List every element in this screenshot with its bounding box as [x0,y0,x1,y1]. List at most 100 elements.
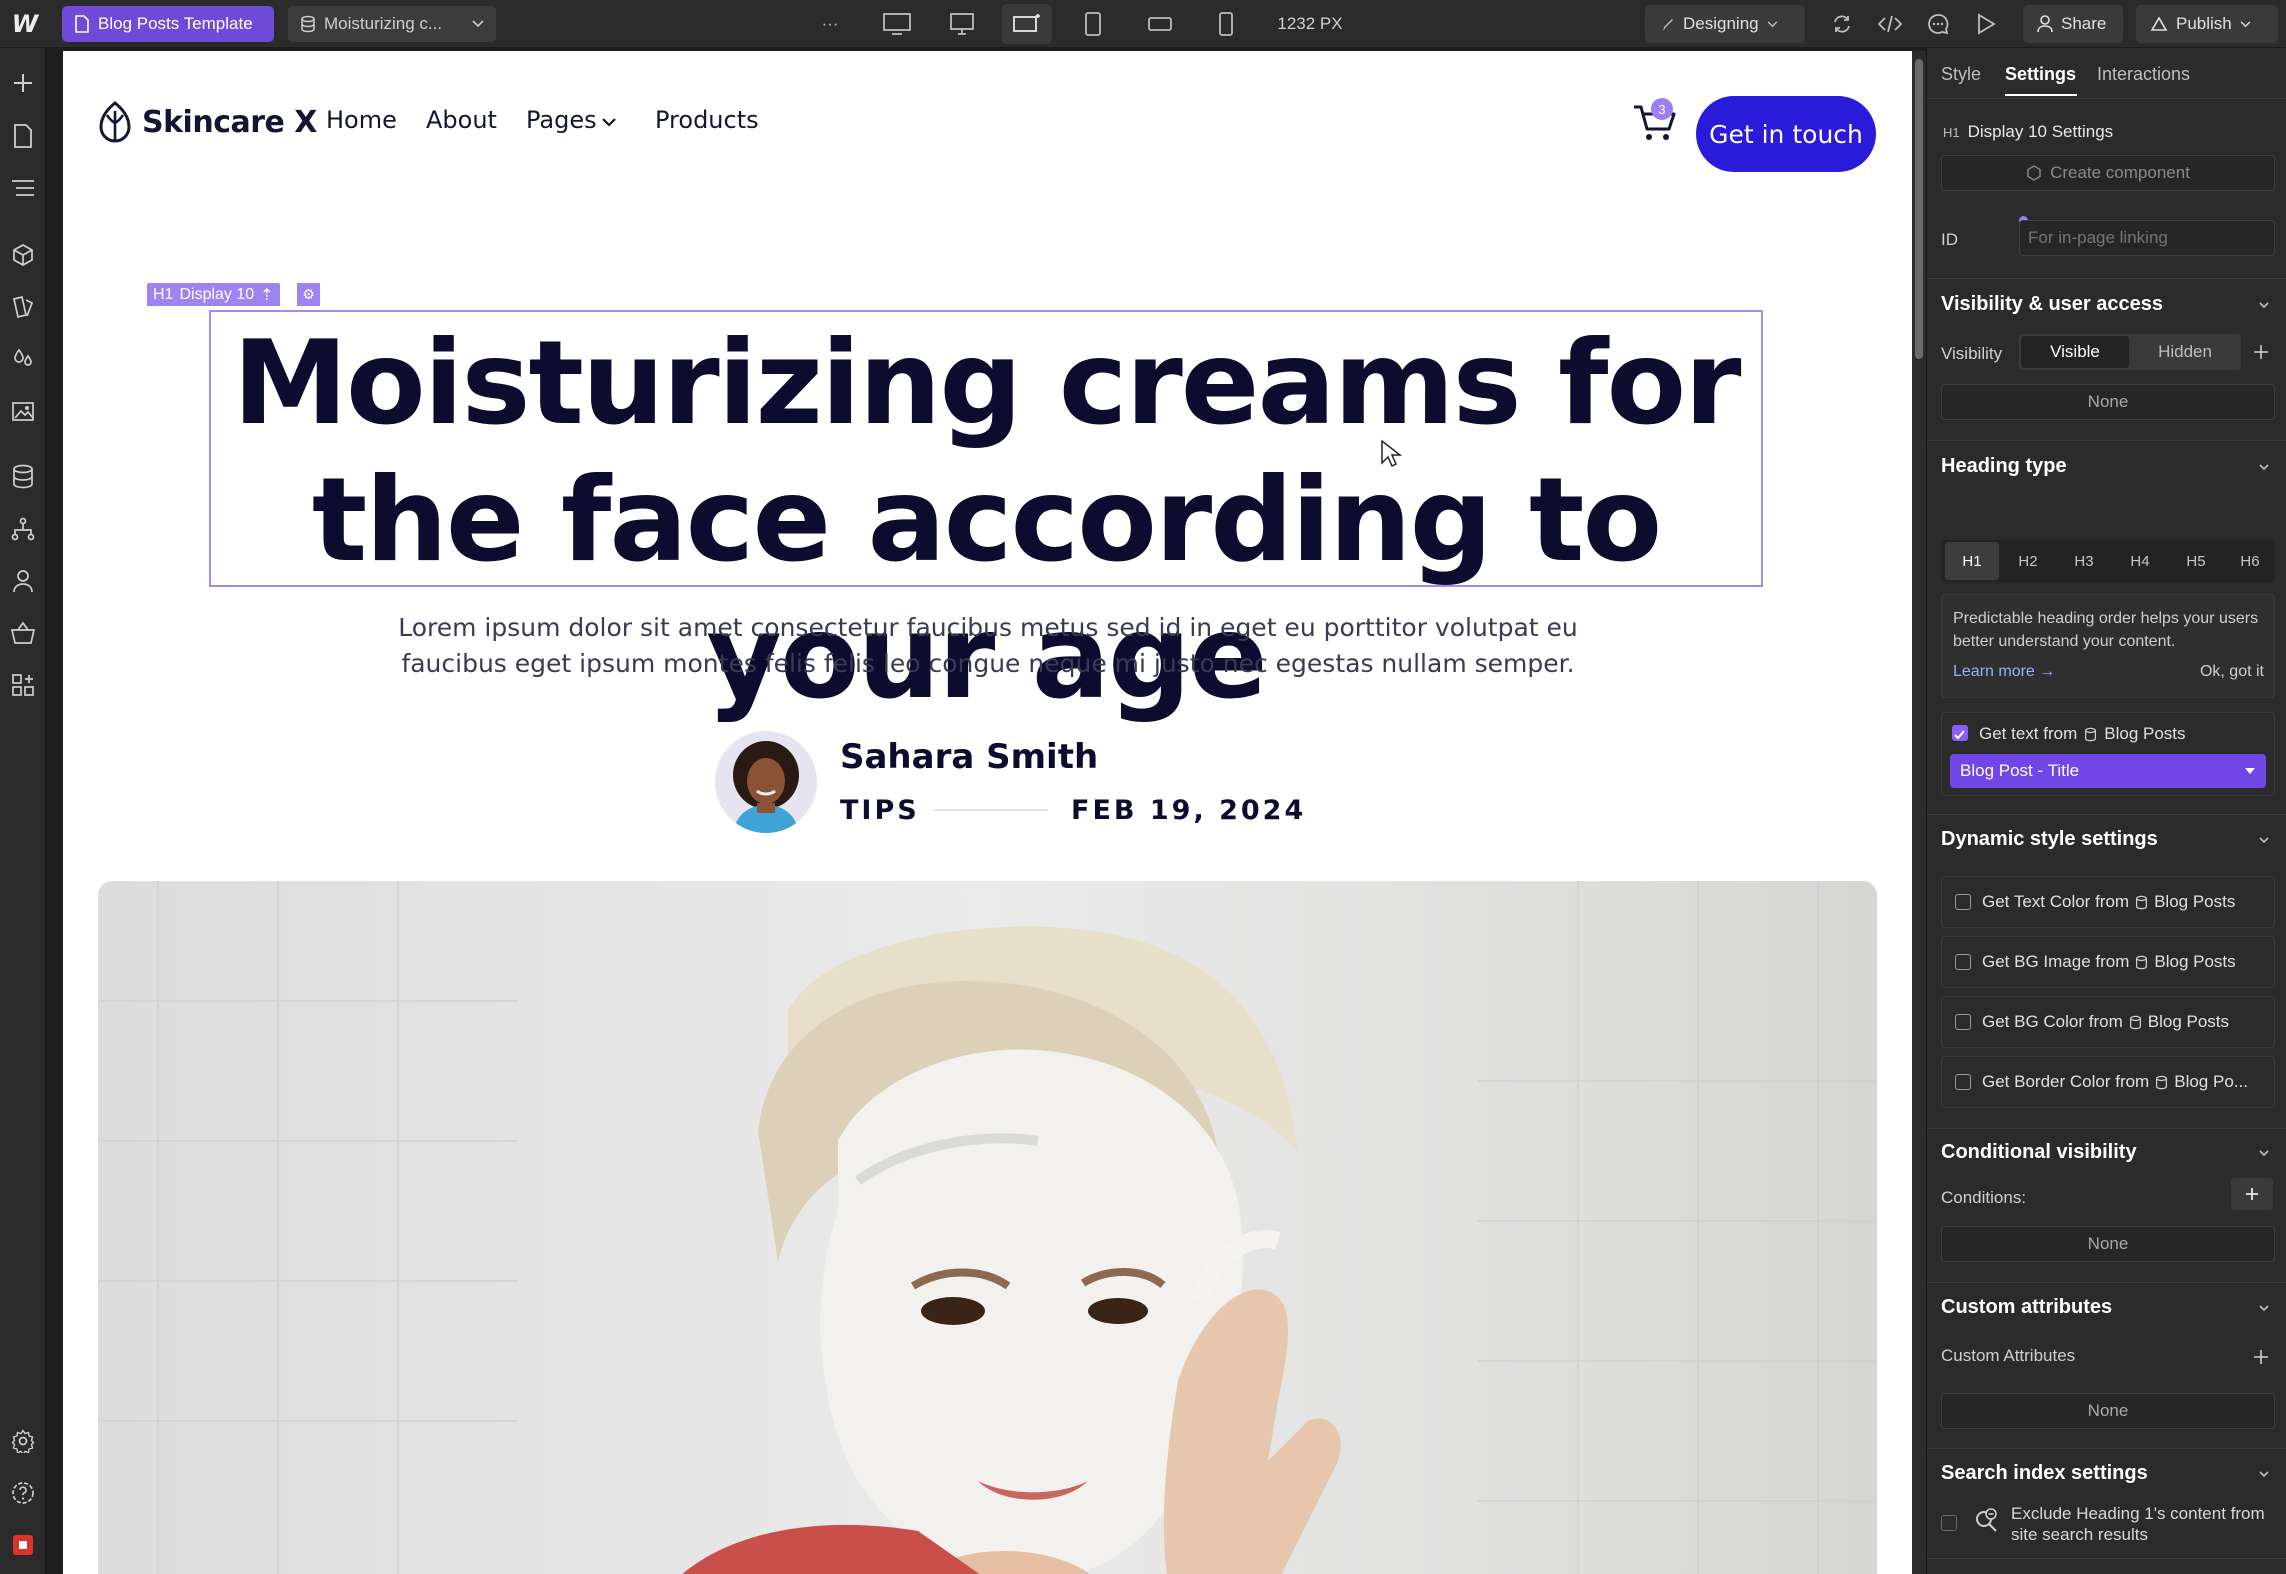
hidden-option[interactable]: Hidden [2131,336,2239,368]
search-exclude-icon [1976,1508,1997,1532]
chevron-down-icon[interactable] [2257,460,2271,474]
conditional-visibility-section-title[interactable]: Conditional visibility [1941,1141,2137,1164]
add-elements-icon[interactable] [8,68,38,98]
heading-level-h6[interactable]: H6 [2223,542,2277,580]
exclude-search-checkbox[interactable] [1941,1515,1957,1531]
assets-icon[interactable] [8,396,38,426]
dynamic-border-color-row[interactable]: Get Border Color from Blog Po... [1941,1056,2275,1108]
heading-level-h4[interactable]: H4 [2113,542,2167,580]
styles-icon[interactable] [8,292,38,322]
visible-option[interactable]: Visible [2021,336,2129,368]
custom-attributes-none-box: None [1941,1393,2275,1429]
mobile-landscape-icon[interactable] [1135,4,1185,44]
add-icon[interactable] [2253,344,2269,360]
heading-level-h1[interactable]: H1 [1945,542,1999,580]
chevron-down-icon[interactable] [2257,1146,2271,1160]
tab-style[interactable]: Style [1941,64,1981,85]
chevron-down-icon[interactable] [2257,833,2271,847]
bg-color-checkbox[interactable] [1955,1014,1971,1030]
base-breakpoint-icon[interactable] [1002,4,1052,44]
conditions-none-box: None [1941,1226,2275,1262]
cms-icon[interactable] [8,462,38,492]
code-icon[interactable] [1868,0,1912,48]
logic-icon[interactable] [8,514,38,544]
publish-label: Publish [2176,14,2232,33]
tablet-icon[interactable] [1068,4,1118,44]
recording-stop-icon[interactable] [8,1530,38,1560]
nav-link-home[interactable]: Home [326,106,397,134]
visibility-section-title[interactable]: Visibility & user access [1941,293,2163,316]
ecommerce-icon[interactable] [8,618,38,648]
create-component-button[interactable]: Create component [1941,155,2275,191]
publish-button[interactable]: Publish [2136,5,2278,43]
element-settings-header: H1 Display 10 Settings [1943,122,2113,142]
chevron-down-icon[interactable] [2257,1301,2271,1315]
scrollbar-thumb[interactable] [1915,59,1923,359]
mobile-portrait-icon[interactable] [1201,4,1251,44]
desktop-icon[interactable] [937,4,987,44]
selected-element-label[interactable]: H1 Display 10 ⇡ [147,283,280,306]
more-icon[interactable]: ··· [805,0,855,48]
sync-icon[interactable] [1820,0,1864,48]
components-icon[interactable] [8,240,38,270]
nav-link-pages[interactable]: Pages [526,106,597,134]
get-text-from-label: Get text from [1979,724,2078,743]
chevron-down-icon[interactable] [2257,298,2271,312]
post-category[interactable]: TIPS [840,795,920,826]
share-button[interactable]: Share [2023,5,2123,43]
apps-icon[interactable] [8,670,38,700]
desktop-large-icon[interactable] [872,4,922,44]
learn-more-link[interactable]: Learn more → [1953,663,2055,681]
author-name: Sahara Smith [840,737,1099,777]
cms-item-selector[interactable]: Moisturizing c... [288,6,496,42]
variables-icon[interactable] [8,344,38,374]
canvas-scrollbar[interactable] [1912,51,1926,1574]
dynamic-bg-image-row[interactable]: Get BG Image from Blog Posts [1941,936,2275,988]
get-text-checkbox[interactable] [1952,725,1968,741]
search-index-section-title[interactable]: Search index settings [1941,1462,2148,1485]
site-brand[interactable]: Skincare X [98,101,317,143]
pages-icon[interactable] [8,121,38,151]
post-date: FEB 19, 2024 [1071,795,1307,826]
tab-interactions[interactable]: Interactions [2097,64,2190,85]
cms-field-select[interactable]: Blog Post - Title [1950,754,2266,788]
bg-image-checkbox[interactable] [1955,954,1971,970]
component-icon [2027,165,2041,181]
element-settings-icon[interactable]: ⚙ [297,283,320,306]
divider [1927,440,2286,441]
nav-link-about[interactable]: About [426,106,497,134]
comments-icon[interactable] [1916,0,1960,48]
ok-got-it-button[interactable]: Ok, got it [2200,663,2264,681]
custom-attributes-section-title[interactable]: Custom attributes [1941,1296,2112,1319]
dynamic-style-section-title[interactable]: Dynamic style settings [1941,828,2158,851]
webflow-logo-icon[interactable]: W [6,0,42,48]
heading-level-h5[interactable]: H5 [2169,542,2223,580]
heading-level-h3[interactable]: H3 [2057,542,2111,580]
design-canvas[interactable]: Skincare X Home About Pages Products 3 G… [63,51,1912,1574]
dynamic-row-source: Blog Posts [2154,952,2236,971]
active-tab-indicator [2005,94,2077,96]
dynamic-bg-color-row[interactable]: Get BG Color from Blog Posts [1941,996,2275,1048]
text-color-checkbox[interactable] [1955,894,1971,910]
chevron-down-icon[interactable] [2257,1467,2271,1481]
tab-settings[interactable]: Settings [2005,64,2076,85]
preview-play-icon[interactable] [1964,0,2008,48]
users-icon[interactable] [8,566,38,596]
add-condition-button[interactable] [2231,1178,2273,1210]
chevron-down-icon [2240,20,2251,27]
nav-link-products[interactable]: Products [655,106,759,134]
visibility-label: Visibility [1941,344,2003,363]
navigator-icon[interactable] [8,173,38,203]
add-icon[interactable] [2253,1349,2269,1365]
settings-gear-icon[interactable] [8,1426,38,1456]
heading-level-h2[interactable]: H2 [2001,542,2055,580]
dynamic-text-color-row[interactable]: Get Text Color from Blog Posts [1941,876,2275,928]
get-in-touch-button[interactable]: Get in touch [1696,96,1876,172]
heading-type-section-title[interactable]: Heading type [1941,455,2067,478]
help-icon[interactable] [8,1478,38,1508]
pin-icon: ⇡ [260,286,274,304]
mode-switcher-button[interactable]: Designing [1645,5,1805,43]
border-color-checkbox[interactable] [1955,1074,1971,1090]
id-input[interactable] [2019,220,2275,256]
page-template-button[interactable]: Blog Posts Template [62,6,274,42]
